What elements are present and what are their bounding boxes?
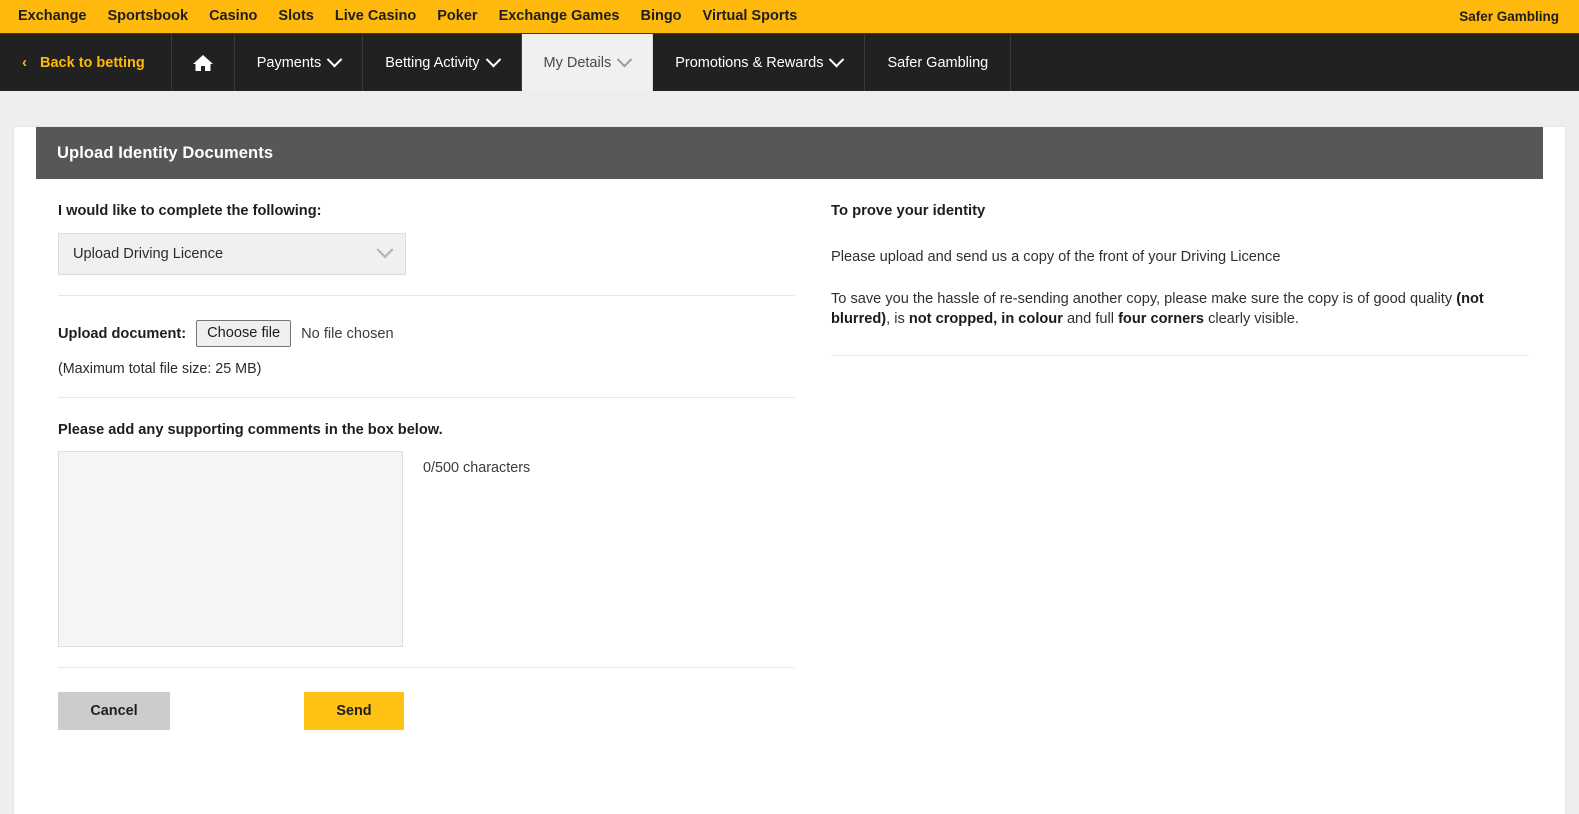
top-nav-safer-gambling[interactable]: Safer Gambling [1459, 9, 1563, 24]
cancel-button[interactable]: Cancel [58, 692, 170, 731]
top-nav-slots[interactable]: Slots [278, 9, 313, 24]
info-paragraph-1: Please upload and send us a copy of the … [831, 249, 1281, 265]
nav-item-payments-label: Payments [256, 54, 322, 71]
account-navigation-bar: ‹ Back to betting Payments Betting Activ… [0, 33, 1579, 91]
upload-identity-card: Upload Identity Documents I would like t… [14, 127, 1565, 814]
card-content: I would like to complete the following: … [14, 179, 1565, 731]
nav-item-payments[interactable]: Payments [235, 34, 364, 91]
send-button[interactable]: Send [304, 692, 404, 731]
nav-item-betting-activity[interactable]: Betting Activity [363, 34, 522, 91]
nav-item-my-details-label: My Details [543, 54, 612, 71]
page-title: Upload Identity Documents [57, 143, 274, 162]
form-actions: Cancel Send [36, 668, 795, 731]
nav-item-my-details[interactable]: My Details [521, 34, 654, 91]
back-to-betting-label: Back to betting [40, 54, 145, 71]
nav-item-betting-activity-label: Betting Activity [385, 54, 480, 71]
home-icon [192, 53, 214, 73]
comments-section: Please add any supporting comments in th… [58, 398, 795, 669]
info-divider [831, 355, 1529, 357]
info-p2-part1: To save you the hassle of re-sending ano… [831, 290, 1457, 307]
top-nav-poker[interactable]: Poker [437, 9, 477, 24]
info-title: To prove your identity [831, 203, 986, 219]
document-type-selected-value: Upload Driving Licence [73, 246, 224, 262]
top-nav-sportsbook[interactable]: Sportsbook [108, 9, 189, 24]
chevron-down-icon [616, 51, 633, 68]
comments-label: Please add any supporting comments in th… [58, 422, 443, 439]
top-nav-exchange[interactable]: Exchange [18, 9, 87, 24]
upload-document-section: Upload document: Choose file No file cho… [58, 296, 795, 399]
nav-item-safer-gambling-label: Safer Gambling [887, 54, 989, 71]
chevron-down-icon [376, 241, 394, 259]
document-type-label: I would like to complete the following: [58, 203, 322, 219]
info-paragraph-2: To save you the hassle of re-sending ano… [831, 289, 1503, 330]
chevron-left-icon: ‹ [22, 54, 27, 71]
info-column: To prove your identity Please upload and… [795, 179, 1565, 730]
info-p2-part2: , is [886, 311, 909, 328]
top-navigation-bar: Exchange Sportsbook Casino Slots Live Ca… [0, 0, 1579, 33]
max-file-size-hint: (Maximum total file size: 25 MB) [58, 361, 262, 378]
page-body: Upload Identity Documents I would like t… [0, 91, 1579, 814]
upload-document-label: Upload document: [58, 325, 187, 342]
info-p2-bold2: not cropped, in colour [908, 311, 1063, 328]
comments-textarea[interactable] [58, 451, 403, 648]
form-column: I would like to complete the following: … [14, 179, 795, 731]
top-nav-links: Exchange Sportsbook Casino Slots Live Ca… [18, 9, 797, 24]
choose-file-button[interactable]: Choose file [196, 320, 292, 348]
info-p2-part4: clearly visible. [1204, 311, 1299, 328]
chevron-down-icon [326, 51, 343, 68]
back-to-betting-button[interactable]: ‹ Back to betting [0, 34, 172, 91]
nav-item-promotions-rewards[interactable]: Promotions & Rewards [653, 34, 866, 91]
document-type-select[interactable]: Upload Driving Licence [58, 233, 406, 275]
nav-item-safer-gambling[interactable]: Safer Gambling [865, 34, 1012, 91]
chevron-down-icon [485, 51, 501, 68]
nav-item-promotions-rewards-label: Promotions & Rewards [675, 54, 824, 71]
top-nav-virtual-sports[interactable]: Virtual Sports [703, 9, 798, 24]
file-name-status: No file chosen [301, 325, 394, 342]
card-header: Upload Identity Documents [36, 127, 1543, 179]
file-upload-row: Upload document: Choose file No file cho… [58, 320, 795, 348]
comments-row: 0/500 characters [58, 451, 795, 648]
character-counter: 0/500 characters [423, 460, 531, 477]
top-nav-bingo[interactable]: Bingo [640, 9, 681, 24]
document-type-section: I would like to complete the following: … [58, 179, 795, 296]
info-p2-bold3: four corners [1118, 311, 1205, 328]
chevron-down-icon [829, 51, 845, 68]
info-p2-part3: and full [1062, 311, 1119, 328]
home-button[interactable] [172, 34, 235, 91]
top-nav-casino[interactable]: Casino [209, 9, 257, 24]
top-nav-live-casino[interactable]: Live Casino [335, 9, 416, 24]
top-nav-exchange-games[interactable]: Exchange Games [499, 9, 620, 24]
